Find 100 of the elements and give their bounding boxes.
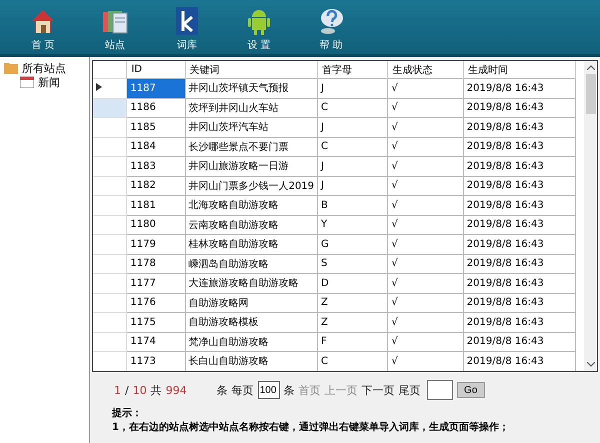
tips-text: 1，在右边的站点树选中站点名称按右键，通过弹出右键菜单导入词库，生成页面等操作；: [112, 420, 510, 434]
table-cell: C: [318, 98, 388, 118]
table-cell: Y: [318, 215, 388, 234]
table-cell: 桂林攻略自助游攻略: [185, 234, 318, 254]
table-cell: √: [388, 156, 464, 176]
table-cell: 长沙哪些景点不要门票: [185, 137, 318, 156]
table-cell: 1180: [126, 215, 186, 234]
table-cell: J: [318, 176, 388, 196]
table-cell: 井冈山门票多少钱一人2019: [185, 176, 318, 196]
column-header[interactable]: 生成时间: [463, 61, 576, 78]
table-cell: 大连旅游攻略自助游攻略: [185, 274, 318, 293]
column-header[interactable]: 首字母: [318, 61, 388, 78]
column-header[interactable]: ID: [126, 61, 186, 78]
folder-icon: [4, 62, 18, 74]
table-cell: 2019/8/8 16:43: [463, 137, 576, 156]
table-cell: √: [388, 78, 464, 98]
row-pointer-icon: [96, 82, 102, 91]
table-cell: 2019/8/8 16:43: [463, 274, 576, 293]
table-cell: 井冈山茨坪汽车站: [185, 118, 318, 137]
table-cell: 2019/8/8 16:43: [463, 98, 576, 118]
table-cell: √: [388, 254, 464, 274]
per-page-label: 每页: [232, 382, 254, 398]
table-cell: 1185: [126, 118, 186, 137]
tree-label: 新闻: [38, 74, 60, 90]
tree-item[interactable]: 所有站点: [0, 61, 89, 75]
table-cell: 梵净山自助游攻略: [185, 332, 318, 352]
table-cell: 1176: [126, 293, 186, 312]
total-label: 共: [150, 382, 162, 398]
table-cell: Z: [318, 312, 388, 332]
page-number: 1: [114, 384, 121, 396]
table-cell: 2019/8/8 16:43: [463, 156, 576, 176]
table-cell: 2019/8/8 16:43: [463, 312, 576, 332]
total-count: 994: [166, 384, 187, 396]
table-cell: 2019/8/8 16:43: [463, 215, 576, 234]
row-header[interactable]: [93, 78, 127, 98]
table-cell: 井冈山旅游攻略一日游: [185, 156, 318, 176]
column-header[interactable]: 关键词: [185, 61, 318, 78]
tips-title: 提示：: [112, 406, 143, 420]
table-cell: 2019/8/8 16:43: [463, 234, 576, 254]
toolbar-button[interactable]: 词库: [162, 0, 212, 54]
table-cell: 2019/8/8 16:43: [463, 118, 576, 137]
table-cell: √: [388, 118, 464, 137]
table-cell: √: [388, 234, 464, 254]
tree-label: 所有站点: [22, 60, 66, 76]
table-cell: D: [318, 274, 388, 293]
tree-item[interactable]: 新闻: [0, 75, 89, 89]
table-cell: √: [388, 176, 464, 196]
table-cell: 2019/8/8 16:43: [463, 78, 576, 98]
table-cell: C: [318, 137, 388, 156]
page-link[interactable]: 尾页: [398, 382, 421, 398]
table-cell: √: [388, 312, 464, 332]
scrollbar[interactable]: [584, 61, 597, 371]
table-cell: G: [318, 234, 388, 254]
unit-label: 条: [216, 382, 228, 398]
table-cell: 自助游攻略网: [185, 293, 318, 312]
table-cell: 1179: [126, 234, 186, 254]
table-cell: J: [318, 78, 388, 98]
table-cell: 1175: [126, 312, 186, 332]
table-cell: 北海攻略自助游攻略: [185, 196, 318, 215]
table-cell: 1178: [126, 254, 186, 274]
table-cell: 1174: [126, 332, 186, 352]
table-cell: B: [318, 196, 388, 215]
table-cell: 2019/8/8 16:43: [463, 176, 576, 196]
table-cell: 2019/8/8 16:43: [463, 332, 576, 352]
table-cell: √: [388, 215, 464, 234]
column-header[interactable]: 生成状态: [388, 61, 464, 78]
table-cell: F: [318, 332, 388, 352]
table-cell: 1187: [126, 78, 186, 98]
table-cell: 2019/8/8 16:43: [463, 254, 576, 274]
per-page-field[interactable]: 100: [258, 381, 280, 399]
table-cell: 1184: [126, 137, 186, 156]
table-cell: 云南攻略自助游攻略: [185, 215, 318, 234]
table-cell: J: [318, 156, 388, 176]
table-cell: S: [318, 254, 388, 274]
table-cell: 2019/8/8 16:43: [463, 196, 576, 215]
table-cell: 1177: [126, 274, 186, 293]
calendar-icon: [20, 76, 34, 88]
toolbar-button[interactable]: 帮 助: [306, 0, 356, 54]
go-button[interactable]: Go: [456, 382, 485, 398]
table-cell: √: [388, 332, 464, 352]
toolbar-button[interactable]: 设 置: [234, 0, 284, 54]
table-cell: 嵊泗岛自助游攻略: [185, 254, 318, 274]
page-link[interactable]: 下一页: [362, 382, 395, 398]
table-cell: 自助游攻略模板: [185, 312, 318, 332]
scroll-down-icon[interactable]: [586, 362, 594, 367]
table-cell: Z: [318, 293, 388, 312]
scroll-up-icon[interactable]: [586, 65, 594, 70]
table-cell: √: [388, 196, 464, 215]
table-cell: 茨坪到井冈山火车站: [185, 98, 318, 118]
table-cell: √: [388, 137, 464, 156]
table-cell: 1181: [126, 196, 186, 215]
table-cell: √: [388, 293, 464, 312]
toolbar-button[interactable]: 站点: [90, 0, 140, 54]
page-jump-field[interactable]: [426, 380, 453, 400]
page-separator: /: [125, 384, 129, 396]
table-cell: √: [388, 274, 464, 293]
scroll-thumb[interactable]: [586, 74, 596, 114]
toolbar-button[interactable]: 首 页: [18, 0, 68, 54]
table-cell: √: [388, 98, 464, 118]
table-cell: 井冈山茨坪镇天气预报: [185, 78, 318, 98]
